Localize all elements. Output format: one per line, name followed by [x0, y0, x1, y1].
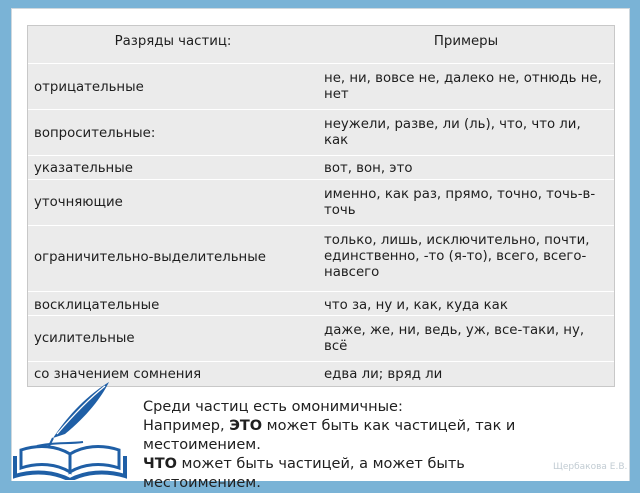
row-examples: что за, ну и, как, куда как: [318, 291, 614, 316]
author-watermark: Щербакова Е.В.: [553, 462, 628, 472]
table-header-row: Разряды частиц: Примеры: [28, 26, 614, 64]
book-quill-icon: [13, 376, 127, 483]
header-examples: Примеры: [433, 34, 499, 49]
row-examples: только, лишь, исключительно, почти, един…: [318, 225, 614, 292]
table-row: указательные вот, вон, это: [28, 155, 614, 180]
note-line-2-pre: Например,: [143, 418, 230, 434]
note-line-1: Среди частиц есть омонимичные:: [143, 399, 403, 415]
row-category: восклицательные: [28, 291, 318, 316]
row-examples: неужели, разве, ли (ль), что, что ли, ка…: [318, 109, 614, 156]
row-category: ограничительно-выделительные: [28, 225, 318, 292]
row-examples: вот, вон, это: [318, 155, 614, 180]
note-line-3: ЧТО может быть частицей, а может быть ме…: [143, 455, 583, 493]
note-line-3-post: может быть частицей, а может быть местои…: [143, 456, 465, 491]
table-row: восклицательные что за, ну и, как, куда …: [28, 291, 614, 316]
table-row: вопросительные: неужели, разве, ли (ль),…: [28, 109, 614, 156]
row-category: указательные: [28, 155, 318, 180]
table-row: усилительные даже, же, ни, ведь, уж, все…: [28, 315, 614, 362]
row-category: вопросительные:: [28, 109, 318, 156]
particles-table: Разряды частиц: Примеры отрицательные не…: [27, 25, 615, 387]
row-examples: не, ни, вовсе не, далеко не, отнюдь не, …: [318, 63, 614, 110]
table-row: уточняющие именно, как раз, прямо, точно…: [28, 179, 614, 226]
row-examples: едва ли; вряд ли: [318, 361, 614, 386]
row-examples: именно, как раз, прямо, точно, точь-в-то…: [318, 179, 614, 226]
note-line-3-bold: ЧТО: [143, 456, 177, 472]
note-line-2-bold: ЭТО: [229, 418, 263, 434]
row-category: усилительные: [28, 315, 318, 362]
row-examples: даже, же, ни, ведь, уж, все-таки, ну, вс…: [318, 315, 614, 362]
row-category: отрицательные: [28, 63, 318, 110]
table-row: ограничительно-выделительные только, лиш…: [28, 225, 614, 292]
homonym-note: Среди частиц есть омонимичные: Например,…: [143, 398, 583, 493]
row-category: уточняющие: [28, 179, 318, 226]
note-line-2: Например, ЭТО может быть как частицей, т…: [143, 417, 583, 455]
table-row: отрицательные не, ни, вовсе не, далеко н…: [28, 63, 614, 110]
header-category: Разряды частиц:: [114, 34, 232, 49]
